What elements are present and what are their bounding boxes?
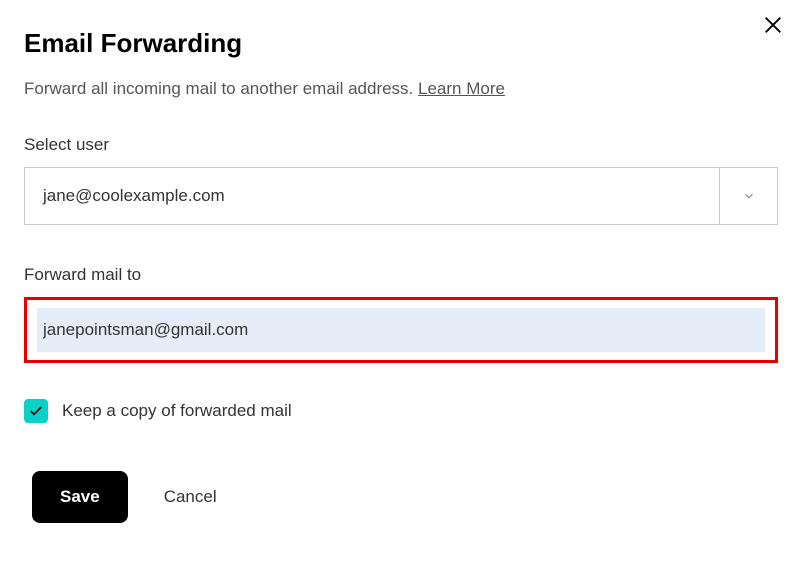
description-text: Forward all incoming mail to another ema…: [24, 79, 778, 99]
close-icon: [762, 14, 784, 36]
forward-to-label: Forward mail to: [24, 265, 778, 285]
save-button[interactable]: Save: [32, 471, 128, 523]
select-user-label: Select user: [24, 135, 778, 155]
button-row: Save Cancel: [24, 471, 778, 523]
close-button[interactable]: [758, 10, 788, 43]
keep-copy-checkbox[interactable]: [24, 399, 48, 423]
check-icon: [28, 403, 44, 419]
forward-to-input[interactable]: [37, 308, 765, 352]
forward-to-highlight: [24, 297, 778, 363]
select-user-value: jane@coolexample.com: [25, 168, 719, 224]
chevron-down-icon: [719, 168, 777, 224]
page-title: Email Forwarding: [24, 28, 778, 59]
cancel-button[interactable]: Cancel: [164, 487, 217, 507]
keep-copy-label: Keep a copy of forwarded mail: [62, 401, 292, 421]
description-body: Forward all incoming mail to another ema…: [24, 79, 418, 98]
learn-more-link[interactable]: Learn More: [418, 79, 505, 98]
keep-copy-row: Keep a copy of forwarded mail: [24, 399, 778, 423]
select-user-dropdown[interactable]: jane@coolexample.com: [24, 167, 778, 225]
